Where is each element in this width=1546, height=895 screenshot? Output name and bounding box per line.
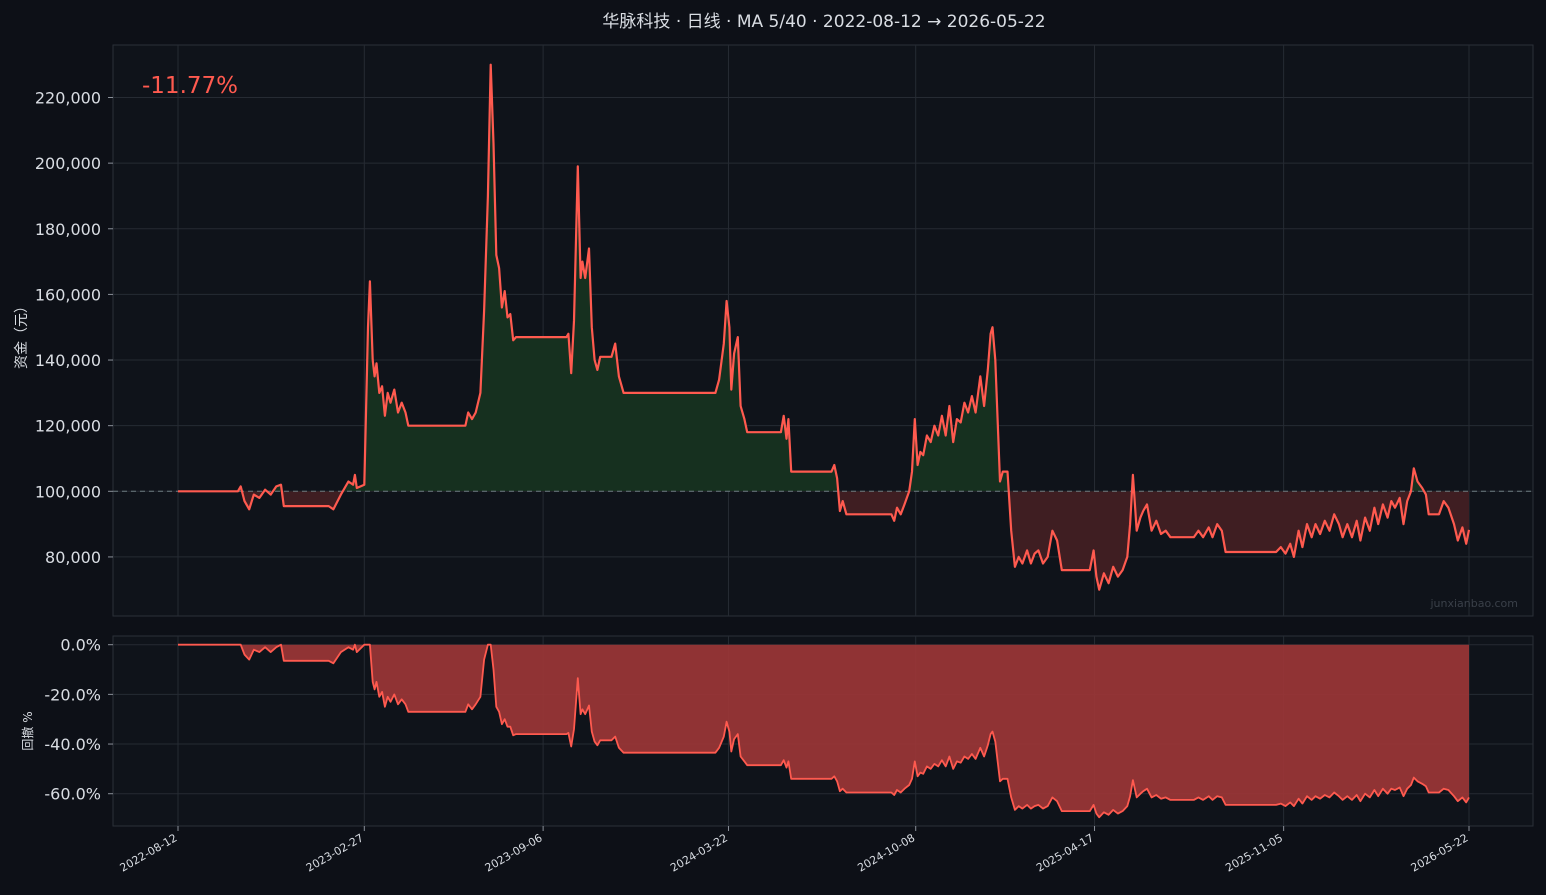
return-annotation: -11.77% [142,73,238,99]
backtest-chart: 华脉科技 · 日线 · MA 5/40 · 2022-08-12 → 2026-… [0,0,1546,895]
drawdown-y-tick-label: 0.0% [60,636,101,655]
equity-y-tick-label: 220,000 [35,89,101,108]
watermark: junxianbao.com [1429,597,1518,610]
chart-title: 华脉科技 · 日线 · MA 5/40 · 2022-08-12 → 2026-… [602,12,1045,32]
drawdown-panel: 0.0% -20.0% -40.0% -60.0% 回撤 % [20,635,1534,827]
equity-y-tick-label: 120,000 [35,417,101,436]
equity-y-tick-label: 100,000 [35,482,101,501]
drawdown-y-tick-label: -60.0% [44,785,101,804]
drawdown-y-axis-label: 回撤 % [20,711,35,750]
drawdown-y-tick-label: -40.0% [44,735,101,754]
equity-y-tick-label: 160,000 [35,285,101,304]
equity-y-axis-label: 资金（元） [14,299,30,369]
equity-y-tick-label: 200,000 [35,154,101,173]
equity-y-tick-label: 140,000 [35,351,101,370]
drawdown-y-tick-label: -20.0% [44,685,101,704]
equity-y-tick-label: 80,000 [45,548,101,567]
equity-y-tick-label: 180,000 [35,220,101,239]
equity-panel: 80,000 100,000 120,000 140,000 160,000 180,00… [14,44,1534,617]
